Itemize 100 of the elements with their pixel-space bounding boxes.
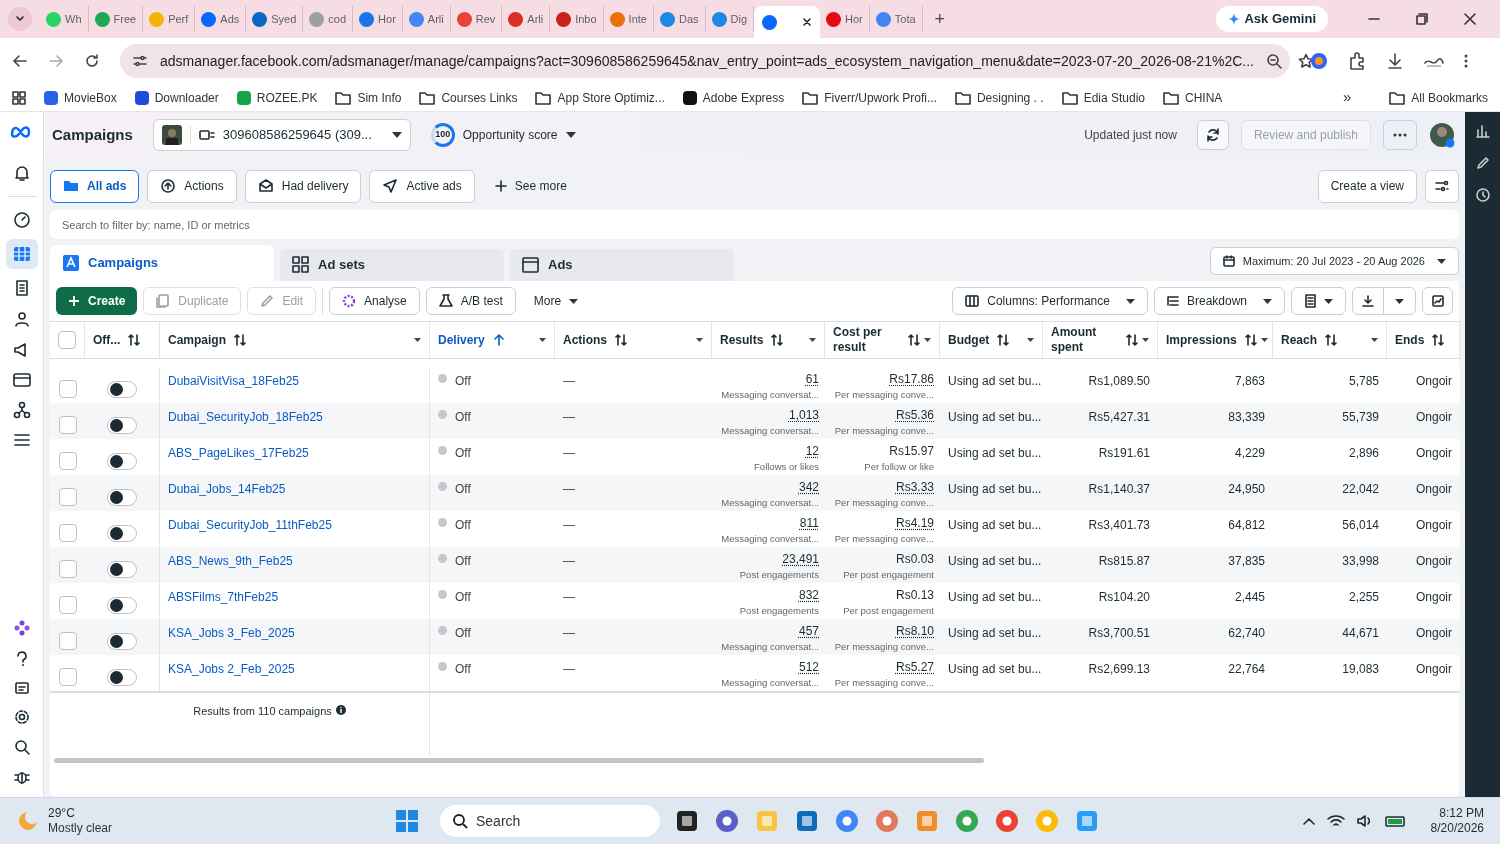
browser-tab[interactable]: Rev [450,6,503,32]
toggle-switch[interactable] [107,596,137,614]
browser-tab[interactable]: Hor [353,6,403,32]
notes-icon[interactable] [14,681,29,695]
toggle-switch[interactable] [107,416,137,434]
clock-icon[interactable] [1475,188,1490,202]
refresh-button[interactable] [1196,120,1229,150]
toggle-switch[interactable] [107,488,137,506]
column-header[interactable]: Amount spent [1043,322,1158,358]
people-icon[interactable] [12,311,31,327]
horizontal-scrollbar[interactable] [54,758,984,763]
chart-button[interactable] [1422,287,1453,315]
bookmark-item[interactable]: Fiverr/Upwork Profi... [802,88,937,107]
app-icon[interactable] [674,808,700,834]
column-header[interactable]: Reach [1273,322,1387,358]
level-tab[interactable]: Campaigns [50,245,274,281]
select-all-checkbox[interactable] [58,331,76,349]
settings-icon[interactable] [13,709,30,725]
row-checkbox[interactable] [58,488,77,506]
ask-gemini-button[interactable]: Ask Gemini [1216,6,1328,32]
toggle-switch[interactable] [107,668,137,686]
toggle-switch[interactable] [107,452,137,470]
browser-tab[interactable]: Ads [195,6,247,32]
restore-icon[interactable] [1416,13,1428,25]
toggle-switch[interactable] [107,560,137,578]
account-selector[interactable]: 309608586259645 (309... [152,119,411,151]
breakdown-button[interactable]: Breakdown [1153,287,1285,315]
campaign-link[interactable]: KSA_Jobs 2_Feb_2025 [168,662,295,676]
column-header[interactable]: Delivery [430,322,555,358]
toolbar-button[interactable]: Analyse [329,287,420,315]
clock-time[interactable]: 8:12 PM [1439,806,1484,821]
taskbar-search-field[interactable]: Search [440,805,660,837]
row-checkbox[interactable] [58,668,77,686]
browser-tab[interactable]: Inbo [550,6,604,32]
search-icon[interactable] [13,739,30,755]
reload-icon[interactable] [84,53,100,69]
close-icon[interactable] [802,17,813,27]
new-tab-button[interactable]: + [922,5,958,33]
bar-chart-icon[interactable] [1475,124,1490,138]
bookmark-item[interactable]: Downloader [134,88,219,107]
toggle-switch[interactable] [107,632,137,650]
row-checkbox[interactable] [58,452,77,470]
menu-icon[interactable] [13,433,30,447]
filter-chip[interactable]: Had delivery [244,169,362,203]
column-header[interactable]: Off... [85,322,160,358]
level-tab[interactable]: Ad sets [280,249,504,281]
zoom-icon[interactable] [1265,53,1282,69]
row-checkbox[interactable] [58,380,77,398]
row-checkbox[interactable] [58,560,77,578]
campaign-link[interactable]: Dubai_Jobs_14Feb25 [168,482,286,496]
credit-card-icon[interactable] [12,373,31,387]
close-icon[interactable] [1464,13,1476,25]
all-bookmarks-button[interactable]: All Bookmarks [1389,88,1488,107]
browser-tab[interactable]: Perf [143,6,196,32]
filter-chip[interactable]: Actions [147,169,237,203]
browser-tab[interactable]: Dig [705,6,755,32]
campaign-link[interactable]: KSA_Jobs 3_Feb_2025 [168,626,295,640]
help-icon[interactable] [15,651,28,667]
row-checkbox[interactable] [58,632,77,650]
create-view-button[interactable]: Create a view [1317,169,1417,203]
search-field[interactable]: Search to filter by: name, ID or metrics [50,210,1459,239]
browser-tab[interactable]: Syed [246,6,304,32]
column-header[interactable]: Cost per result [825,322,940,358]
toolbar-button[interactable]: More [521,287,591,315]
pencil-icon[interactable] [1475,156,1490,170]
reports-button[interactable] [1291,287,1346,315]
browser-tab[interactable]: Arli [402,6,451,32]
bookmark-item[interactable]: Courses Links [419,88,518,107]
row-checkbox[interactable] [58,416,77,434]
back-icon[interactable] [12,53,28,69]
browser-tab[interactable]: Das [653,6,706,32]
bookmark-item[interactable]: ROZEE.PK [236,88,318,107]
apps-grid-icon[interactable] [12,90,26,105]
star-icon[interactable] [1297,53,1314,69]
filter-chip[interactable]: Active ads [369,169,475,203]
gauge-icon[interactable] [12,211,31,229]
clock-date[interactable]: 8/20/2026 [1430,821,1484,836]
table-nav-button[interactable] [5,239,38,269]
campaign-link[interactable]: Dubai_SecurityJob_18Feb25 [168,410,323,424]
bug-icon[interactable] [13,769,30,785]
browser-tab[interactable]: Free [88,6,144,32]
more-options-icon[interactable] [1464,53,1468,69]
campaign-link[interactable]: ABS_News_9th_Feb25 [168,554,293,568]
browser-tab[interactable]: Tota [869,6,923,32]
notification-bell-icon[interactable] [12,164,31,182]
toolbar-button[interactable]: Create [56,287,138,315]
battery-icon[interactable] [1384,815,1407,827]
bookmark-item[interactable]: Edia Studio [1061,88,1145,107]
campaign-link[interactable]: DubaiVisitVisa_18Feb25 [168,374,299,388]
columns-button[interactable]: Columns: Performance [952,287,1148,315]
toggle-switch[interactable] [107,524,137,542]
column-header[interactable]: Impressions [1158,322,1273,358]
toggle-switch[interactable] [107,380,137,398]
browser-tab[interactable]: Hor [820,6,870,32]
column-header[interactable]: Actions [555,322,712,358]
campaign-link[interactable]: ABSFilms_7thFeb25 [168,590,279,604]
opportunity-score-button[interactable]: 100 Opportunity score [430,123,576,147]
column-header[interactable]: Results [712,322,825,358]
bookmark-item[interactable]: Designing . . [954,88,1044,107]
wifi-icon[interactable] [1326,814,1345,828]
